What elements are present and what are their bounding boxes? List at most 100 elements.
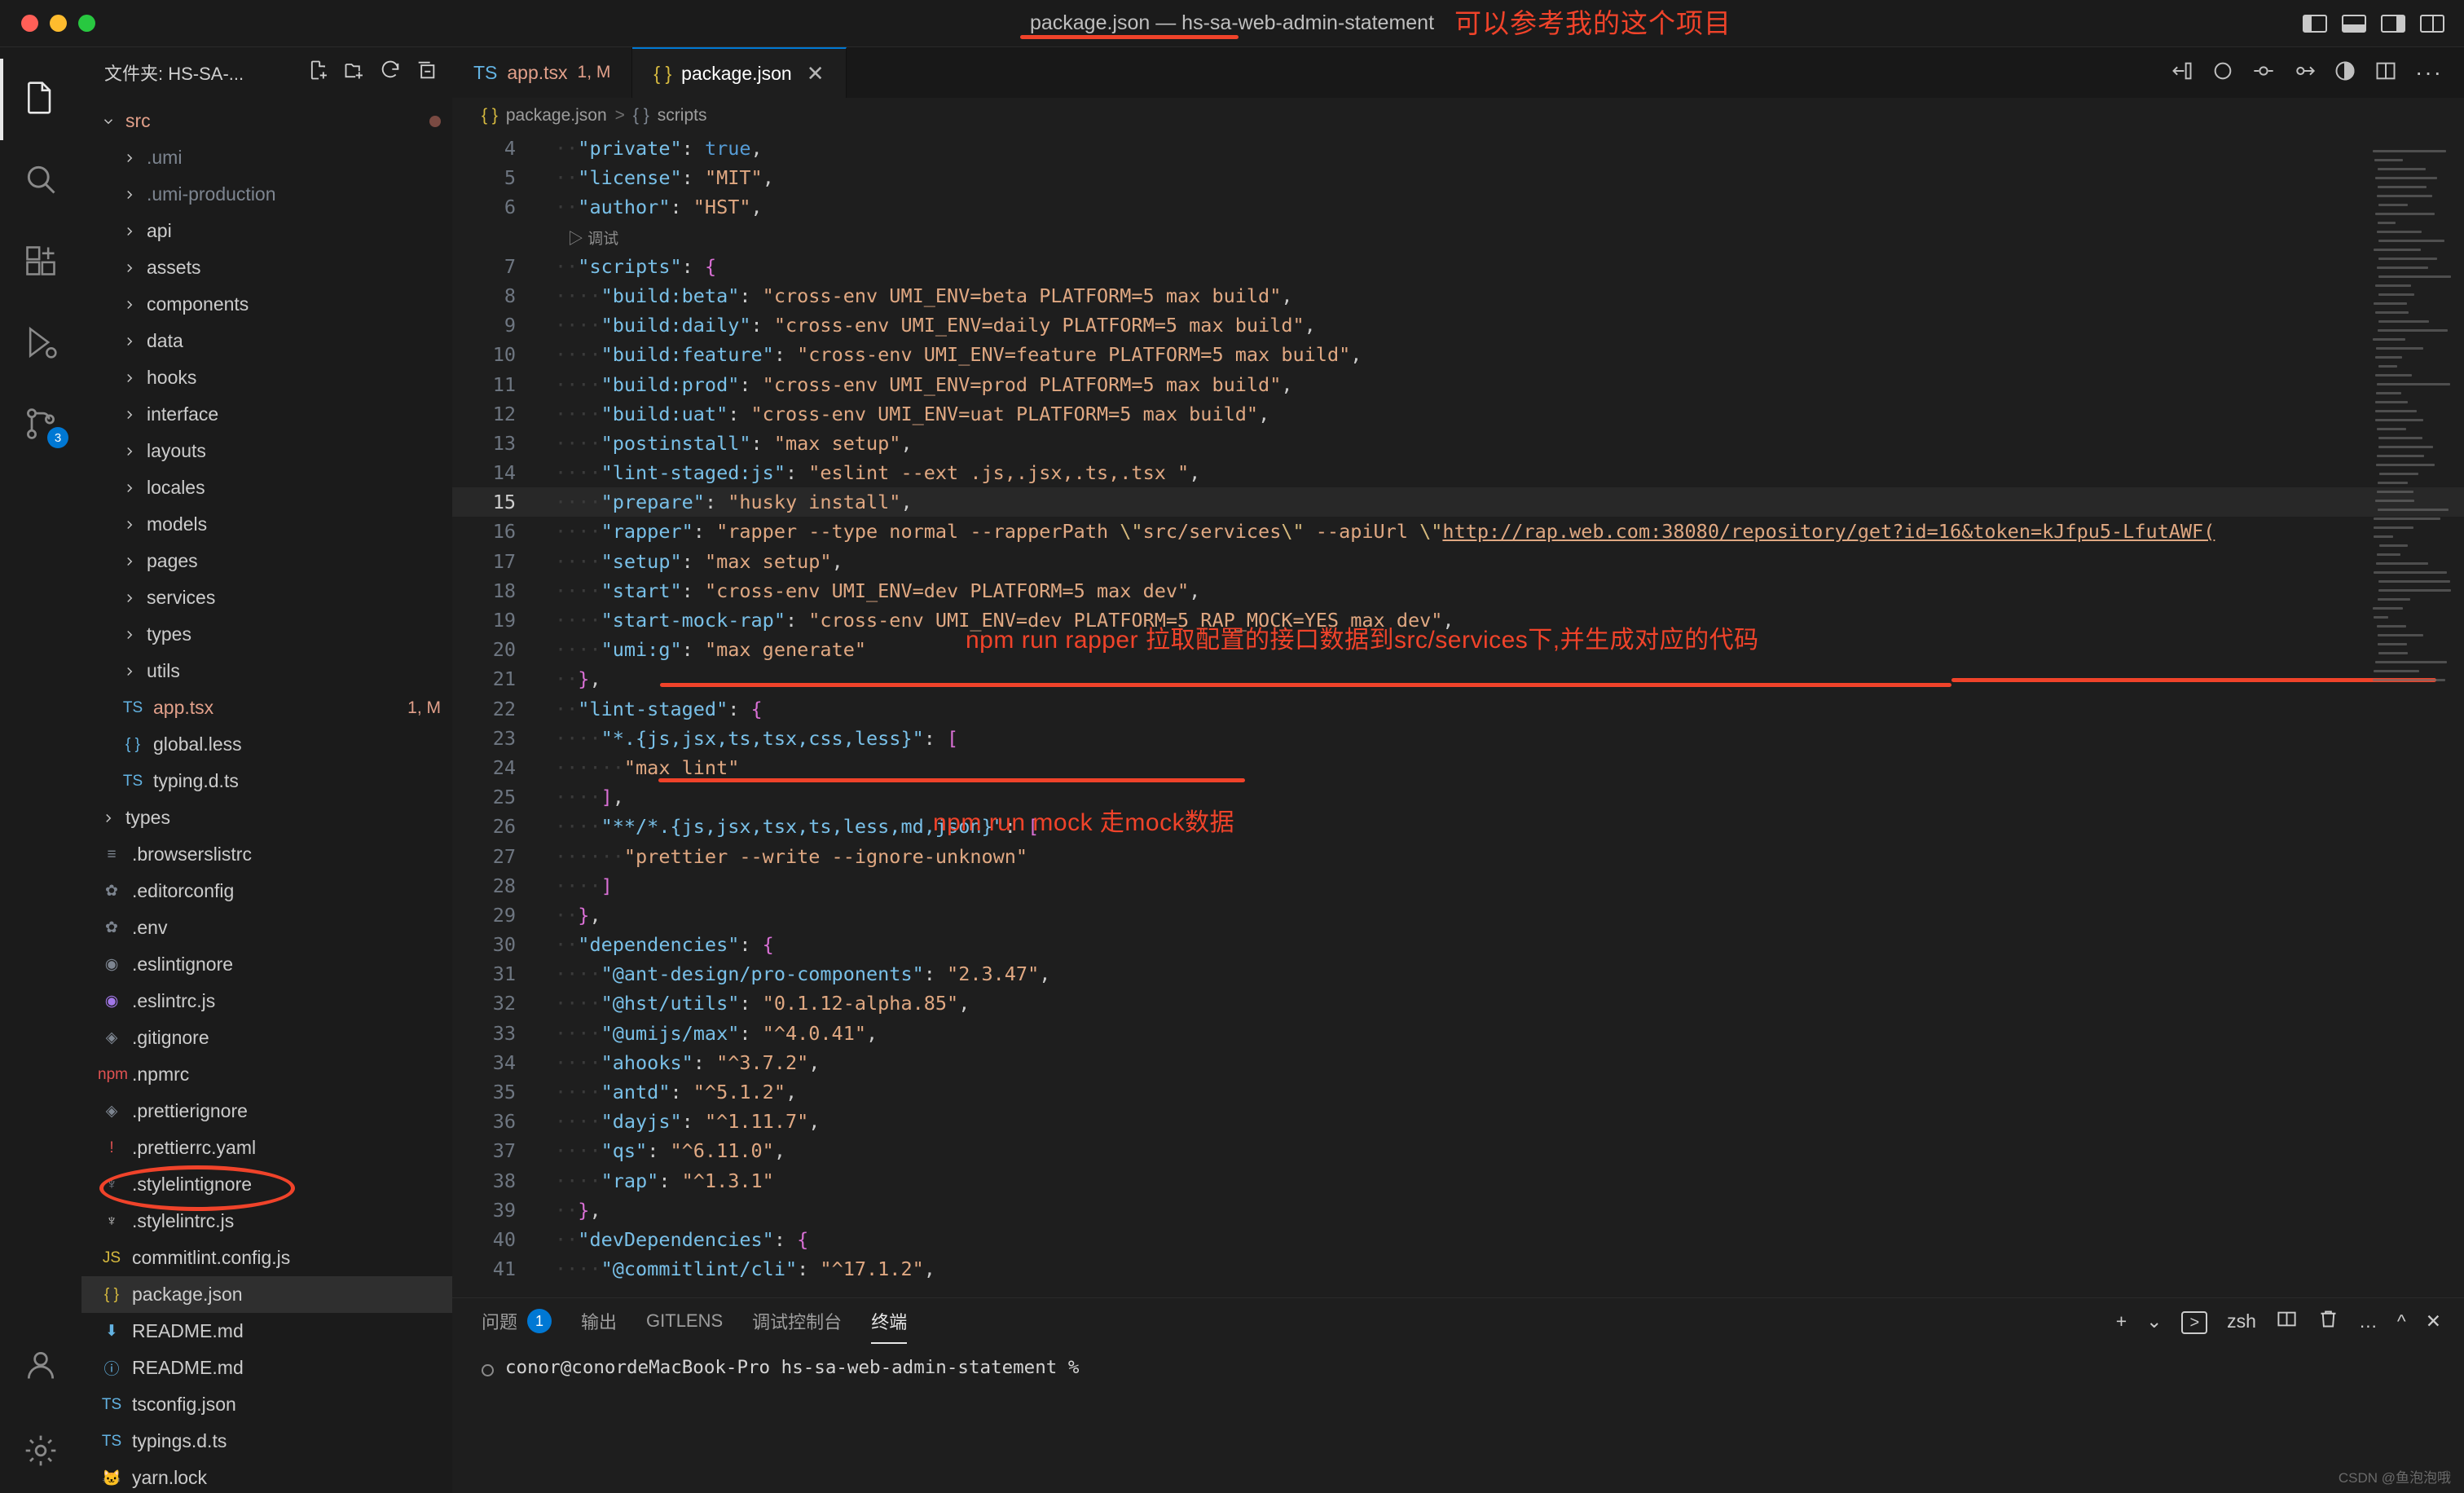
code-line[interactable]: 28 ····] [452, 871, 2464, 901]
code-line[interactable]: 31 ····"@ant-design/pro-components": "2.3… [452, 959, 2464, 989]
refresh-icon[interactable] [379, 59, 402, 86]
chevron-right-icon[interactable] [119, 331, 140, 352]
code-line[interactable]: 11 ····"build:prod": "cross-env UMI_ENV=p… [452, 370, 2464, 399]
code-line[interactable]: 37 ····"qs": "^6.11.0", [452, 1136, 2464, 1165]
file-tree[interactable]: src .umi .umi-production api assets component… [81, 98, 452, 1493]
panel-tab[interactable]: GITLENS [646, 1298, 723, 1344]
activity-item-accounts[interactable] [0, 1330, 81, 1412]
close-panel-icon[interactable]: ✕ [2426, 1310, 2441, 1332]
panel-tab[interactable]: 问题 1 [482, 1298, 552, 1344]
tree-folder-row[interactable]: utils [81, 653, 452, 689]
code-line[interactable]: 36 ····"dayjs": "^1.11.7", [452, 1107, 2464, 1136]
code-lines[interactable]: 4 ··"private": true, 5 ··"license": "MIT", 6… [452, 134, 2464, 1284]
toggle-secondary-sidebar-icon[interactable] [2381, 15, 2405, 33]
tree-file-row[interactable]: ◉ .eslintrc.js [81, 983, 452, 1020]
breadcrumb-item-symbol[interactable]: scripts [658, 106, 707, 126]
more-actions-icon[interactable]: … [2359, 1310, 2378, 1332]
panel-tabs[interactable]: 问题 1 输出 GITLENS 调试控制台 终端 + ⌄ > zsh … ^ ✕ [452, 1298, 2464, 1344]
tree-folder-row[interactable]: types [81, 616, 452, 653]
tree-file-row[interactable]: ✿ .env [81, 909, 452, 946]
terminal-dropdown-icon[interactable]: ⌄ [2146, 1310, 2162, 1332]
code-line[interactable]: 32 ····"@hst/utils": "0.1.12-alpha.85", [452, 989, 2464, 1018]
tree-file-row[interactable]: ◈ .prettierignore [81, 1093, 452, 1130]
chevron-right-icon[interactable] [98, 808, 119, 829]
split-editor-left-icon[interactable] [2171, 59, 2193, 86]
chevron-right-icon[interactable] [119, 294, 140, 315]
activity-item-explorer[interactable] [0, 59, 81, 140]
tree-file-row[interactable]: TS app.tsx 1, M [81, 689, 452, 726]
tree-file-row[interactable]: { } package.json [81, 1276, 452, 1313]
tree-folder-row[interactable]: pages [81, 543, 452, 579]
tree-folder-row[interactable]: services [81, 579, 452, 616]
tree-file-row[interactable]: { } global.less [81, 726, 452, 763]
code-line[interactable]: 26 ····"**/*.{js,jsx,tsx,ts,less,md,json}… [452, 812, 2464, 841]
tree-folder-row[interactable]: locales [81, 469, 452, 506]
tree-folder-row[interactable]: .umi [81, 139, 452, 176]
toggle-panel-icon[interactable] [2342, 15, 2366, 33]
tree-folder-row[interactable]: assets [81, 249, 452, 286]
code-line[interactable]: 40 ··"devDependencies": { [452, 1225, 2464, 1254]
tree-folder-row[interactable]: models [81, 506, 452, 543]
panel-tab[interactable]: 调试控制台 [752, 1298, 842, 1344]
debug-continue-icon[interactable] [2293, 59, 2316, 86]
kill-terminal-icon[interactable] [2317, 1308, 2339, 1335]
tree-file-row[interactable]: ♆ .stylelintignore [81, 1166, 452, 1203]
code-line[interactable]: 41 ····"@commitlint/cli": "^17.1.2", [452, 1254, 2464, 1284]
code-line[interactable]: 21 ··}, [452, 664, 2464, 694]
code-line[interactable]: 27 ······"prettier --write --ignore-unkno… [452, 842, 2464, 871]
tree-folder-row[interactable]: layouts [81, 433, 452, 469]
code-line[interactable]: 29 ··}, [452, 901, 2464, 930]
tree-file-row[interactable]: ⓘ README.md [81, 1350, 452, 1386]
split-terminal-icon[interactable] [2276, 1308, 2298, 1335]
chevron-right-icon[interactable] [119, 221, 140, 242]
code-line[interactable]: 12 ····"build:uat": "cross-env UMI_ENV=ua… [452, 399, 2464, 429]
code-line[interactable]: 5 ··"license": "MIT", [452, 163, 2464, 192]
code-line[interactable]: 35 ····"antd": "^5.1.2", [452, 1077, 2464, 1107]
tree-file-row[interactable]: 🐱 yarn.lock [81, 1460, 452, 1493]
chevron-down-icon[interactable] [98, 111, 119, 132]
editor-tabs[interactable]: TS app.tsx 1, M { } package.json ✕ ··· [452, 47, 2464, 98]
panel-actions[interactable]: + ⌄ > zsh … ^ ✕ [2116, 1308, 2464, 1335]
tree-file-row[interactable]: ≡ .browserslistrc [81, 836, 452, 873]
chevron-right-icon[interactable] [119, 184, 140, 205]
chevron-right-icon[interactable] [119, 404, 140, 425]
tab-app-tsx[interactable]: TS app.tsx 1, M [452, 47, 633, 98]
code-line[interactable]: 8 ····"build:beta": "cross-env UMI_ENV=be… [452, 281, 2464, 310]
tree-folder-row[interactable]: api [81, 213, 452, 249]
terminal-shell-icon[interactable]: > [2181, 1310, 2208, 1334]
tree-folder-row[interactable]: components [81, 286, 452, 323]
activity-item-run-and-debug[interactable] [0, 303, 81, 385]
code-line[interactable]: 10 ····"build:feature": "cross-env UMI_EN… [452, 340, 2464, 369]
codelens-debug[interactable]: ▷ 调试 [555, 231, 618, 248]
maximize-window-button[interactable] [78, 15, 95, 32]
chevron-right-icon[interactable] [119, 258, 140, 279]
new-folder-icon[interactable] [343, 59, 366, 86]
code-line[interactable]: 24 ······"max lint" [452, 753, 2464, 782]
tree-file-row[interactable]: ! .prettierrc.yaml [81, 1130, 452, 1166]
tree-file-row[interactable]: TS typing.d.ts [81, 763, 452, 799]
collapse-all-icon[interactable] [415, 59, 438, 86]
tree-folder-row[interactable]: src [81, 103, 452, 139]
tree-file-row[interactable]: ◈ .gitignore [81, 1020, 452, 1056]
code-line[interactable]: 34 ····"ahooks": "^3.7.2", [452, 1048, 2464, 1077]
new-file-icon[interactable] [307, 59, 330, 86]
chevron-right-icon[interactable] [119, 368, 140, 389]
editor-tab-actions[interactable]: ··· [2171, 47, 2464, 98]
tree-folder-row[interactable]: .umi-production [81, 176, 452, 213]
chevron-right-icon[interactable] [119, 148, 140, 169]
code-line[interactable]: 16 ····"rapper": "rapper --type normal --… [452, 517, 2464, 546]
code-line[interactable]: 22 ··"lint-staged": { [452, 694, 2464, 724]
split-editor-icon[interactable] [2374, 59, 2397, 86]
chevron-right-icon[interactable] [119, 661, 140, 682]
tree-folder-row[interactable]: hooks [81, 359, 452, 396]
tree-file-row[interactable]: ✿ .editorconfig [81, 873, 452, 909]
tree-file-row[interactable]: TS tsconfig.json [81, 1386, 452, 1423]
code-line[interactable]: 17 ····"setup": "max setup", [452, 547, 2464, 576]
code-line[interactable]: 25 ····], [452, 782, 2464, 812]
terminal-body[interactable]: conor@conordeMacBook-Pro hs-sa-web-admin… [452, 1344, 2464, 1493]
code-line[interactable]: 14 ····"lint-staged:js": "eslint --ext .j… [452, 458, 2464, 487]
window-controls[interactable] [0, 15, 95, 32]
code-line[interactable]: 20 ····"umi:g": "max generate" [452, 635, 2464, 664]
tab-package-json[interactable]: { } package.json ✕ [632, 47, 847, 98]
breadcrumb[interactable]: { } package.json > { } scripts [452, 98, 2464, 134]
